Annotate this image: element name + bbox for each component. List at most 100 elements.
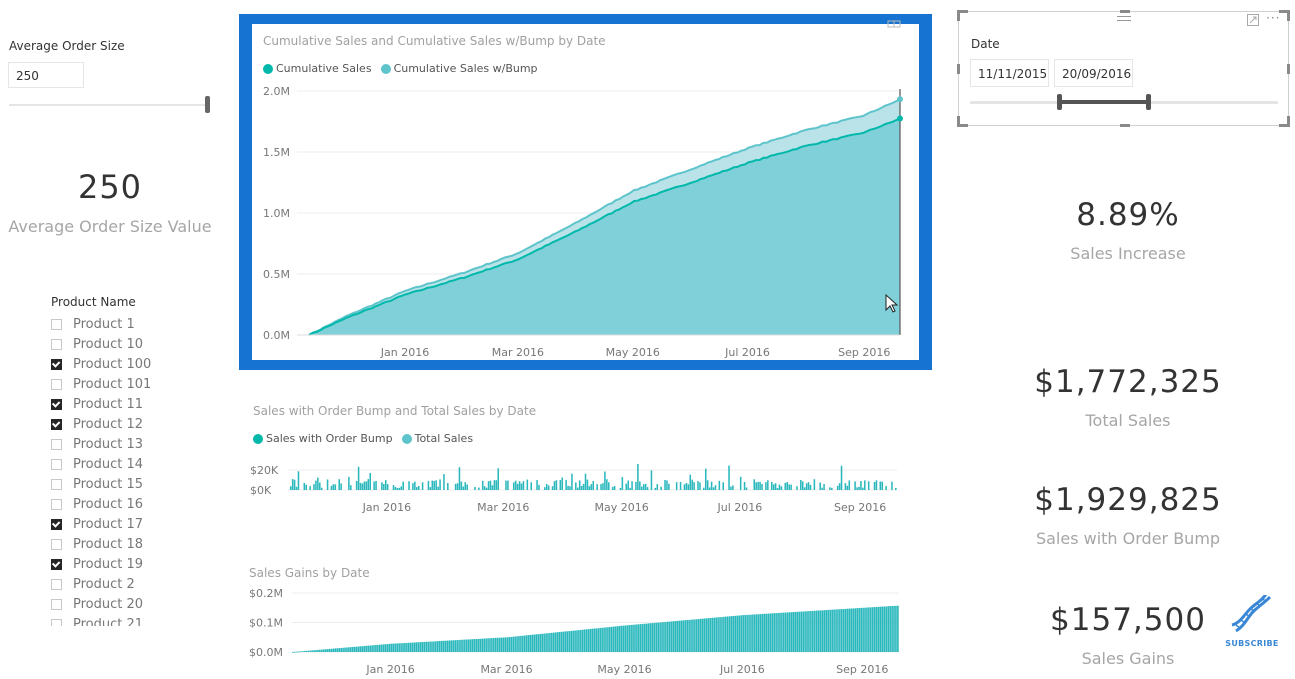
date-end-input[interactable]: 20/09/2016: [1054, 59, 1133, 87]
checkbox-checked-icon[interactable]: [51, 418, 62, 430]
checkbox-unchecked-icon[interactable]: [51, 318, 62, 330]
sales-gains-chart-plot[interactable]: $0.0M $0.1M $0.2M Jan 2016 Mar 2016 May 2016 J…: [245, 583, 905, 679]
bar: [643, 623, 646, 652]
legend-item-cumulative-sales-bump[interactable]: Cumulative Sales w/Bump: [380, 62, 538, 75]
bar: [846, 485, 849, 490]
bar: [750, 614, 752, 652]
checkbox-checked-icon[interactable]: [51, 558, 62, 570]
bar: [860, 481, 862, 490]
bar: [324, 649, 327, 652]
checkbox-unchecked-icon[interactable]: [51, 538, 62, 550]
resize-handle[interactable]: [957, 64, 960, 74]
product-slicer-item[interactable]: Product 100: [51, 354, 221, 374]
checkbox-unchecked-icon[interactable]: [51, 578, 62, 590]
product-slicer-item[interactable]: Product 11: [51, 394, 221, 414]
bar: [666, 480, 668, 490]
sales-increase-caption: Sales Increase: [1070, 244, 1186, 263]
bar: [552, 632, 555, 652]
bar: [336, 648, 339, 652]
bar: [660, 486, 662, 490]
more-options-icon[interactable]: ···: [1266, 11, 1280, 25]
resize-handle[interactable]: [957, 10, 968, 21]
product-slicer-item[interactable]: Product 2: [51, 574, 221, 594]
resize-handle[interactable]: [1287, 64, 1290, 74]
bar: [481, 638, 484, 652]
checkbox-checked-icon[interactable]: [51, 518, 62, 530]
resize-handle[interactable]: [1120, 10, 1130, 13]
product-slicer-item[interactable]: Product 13: [51, 434, 221, 454]
mouse-cursor-icon: [885, 294, 899, 313]
checkbox-checked-icon[interactable]: [51, 398, 62, 410]
checkbox-unchecked-icon[interactable]: [51, 618, 62, 626]
product-slicer-item[interactable]: Product 101: [51, 374, 221, 394]
bar: [616, 626, 619, 652]
product-slicer-item[interactable]: Product 19: [51, 554, 221, 574]
product-slicer-item[interactable]: Product 20: [51, 594, 221, 614]
bar: [429, 641, 431, 652]
average-order-size-input[interactable]: 250: [8, 62, 84, 88]
checkbox-unchecked-icon[interactable]: [51, 598, 62, 610]
focus-mode-icon[interactable]: [1247, 14, 1259, 26]
bar: [784, 612, 787, 652]
date-slider-end-handle[interactable]: [1146, 94, 1151, 110]
date-slider-range[interactable]: [1060, 100, 1149, 104]
bar: [535, 634, 538, 652]
resize-handle[interactable]: [1120, 124, 1130, 127]
bar: [313, 484, 315, 490]
product-slicer-item[interactable]: Product 10: [51, 334, 221, 354]
bar: [835, 609, 837, 652]
resize-handle[interactable]: [957, 116, 968, 127]
checkbox-unchecked-icon[interactable]: [51, 338, 62, 350]
bar: [852, 608, 855, 652]
checkbox-checked-icon[interactable]: [51, 358, 62, 370]
product-slicer-list[interactable]: Product 1 Product 10 Product 100 Product 10…: [51, 314, 221, 626]
bar: [864, 607, 866, 652]
product-slicer-item[interactable]: Product 1: [51, 314, 221, 334]
legend-item-total-sales[interactable]: Total Sales: [401, 432, 473, 445]
bar: [895, 605, 897, 652]
subscribe-button[interactable]: SUBSCRIBE: [1222, 593, 1282, 650]
drag-grip-icon[interactable]: [1117, 16, 1131, 21]
bar: [728, 465, 730, 490]
bar: [462, 639, 464, 652]
bar: [464, 639, 466, 652]
bar: [508, 637, 511, 652]
bar: [497, 468, 500, 490]
bar: [775, 613, 777, 652]
bar: [663, 622, 665, 652]
cumulative-chart-plot[interactable]: 0.0M 0.5M 1.0M 1.5M 2.0M Jan 2016 Mar 2016 May …: [252, 80, 919, 365]
bar: [656, 484, 659, 490]
checkbox-unchecked-icon[interactable]: [51, 478, 62, 490]
date-start-input[interactable]: 11/11/2015: [970, 59, 1049, 87]
product-slicer-item[interactable]: Product 18: [51, 534, 221, 554]
product-slicer-item[interactable]: Product 17: [51, 514, 221, 534]
bar: [854, 608, 857, 652]
average-order-size-slider-handle[interactable]: [205, 96, 210, 113]
sales-bump-chart-plot[interactable]: $0K $20K Jan 2016 Mar 2016 May 2016 Jul 2016 S…: [245, 455, 905, 520]
product-slicer-item[interactable]: Product 14: [51, 454, 221, 474]
bar: [809, 484, 812, 490]
checkbox-unchecked-icon[interactable]: [51, 378, 62, 390]
product-slicer-item[interactable]: Product 12: [51, 414, 221, 434]
checkbox-unchecked-icon[interactable]: [51, 458, 62, 470]
checkbox-unchecked-icon[interactable]: [51, 498, 62, 510]
product-slicer-item[interactable]: Product 21: [51, 614, 221, 626]
resize-handle[interactable]: [1279, 10, 1290, 21]
average-order-size-slider-track[interactable]: [9, 104, 209, 106]
legend-item-cumulative-sales[interactable]: Cumulative Sales: [263, 62, 372, 75]
bar: [355, 646, 358, 652]
date-slider-start-handle[interactable]: [1057, 94, 1062, 110]
focus-mode-icon[interactable]: [887, 20, 901, 28]
legend-item-sales-with-order-bump[interactable]: Sales with Order Bump: [253, 432, 393, 445]
bar: [571, 473, 573, 490]
bar: [838, 483, 841, 490]
bar: [381, 482, 383, 490]
product-slicer-item[interactable]: Product 15: [51, 474, 221, 494]
product-slicer-item[interactable]: Product 16: [51, 494, 221, 514]
resize-handle[interactable]: [1279, 116, 1290, 127]
bar: [806, 611, 808, 652]
checkbox-unchecked-icon[interactable]: [51, 438, 62, 450]
product-slicer-item-label: Product 100: [73, 356, 152, 372]
bar: [447, 483, 449, 490]
bar: [679, 481, 682, 490]
